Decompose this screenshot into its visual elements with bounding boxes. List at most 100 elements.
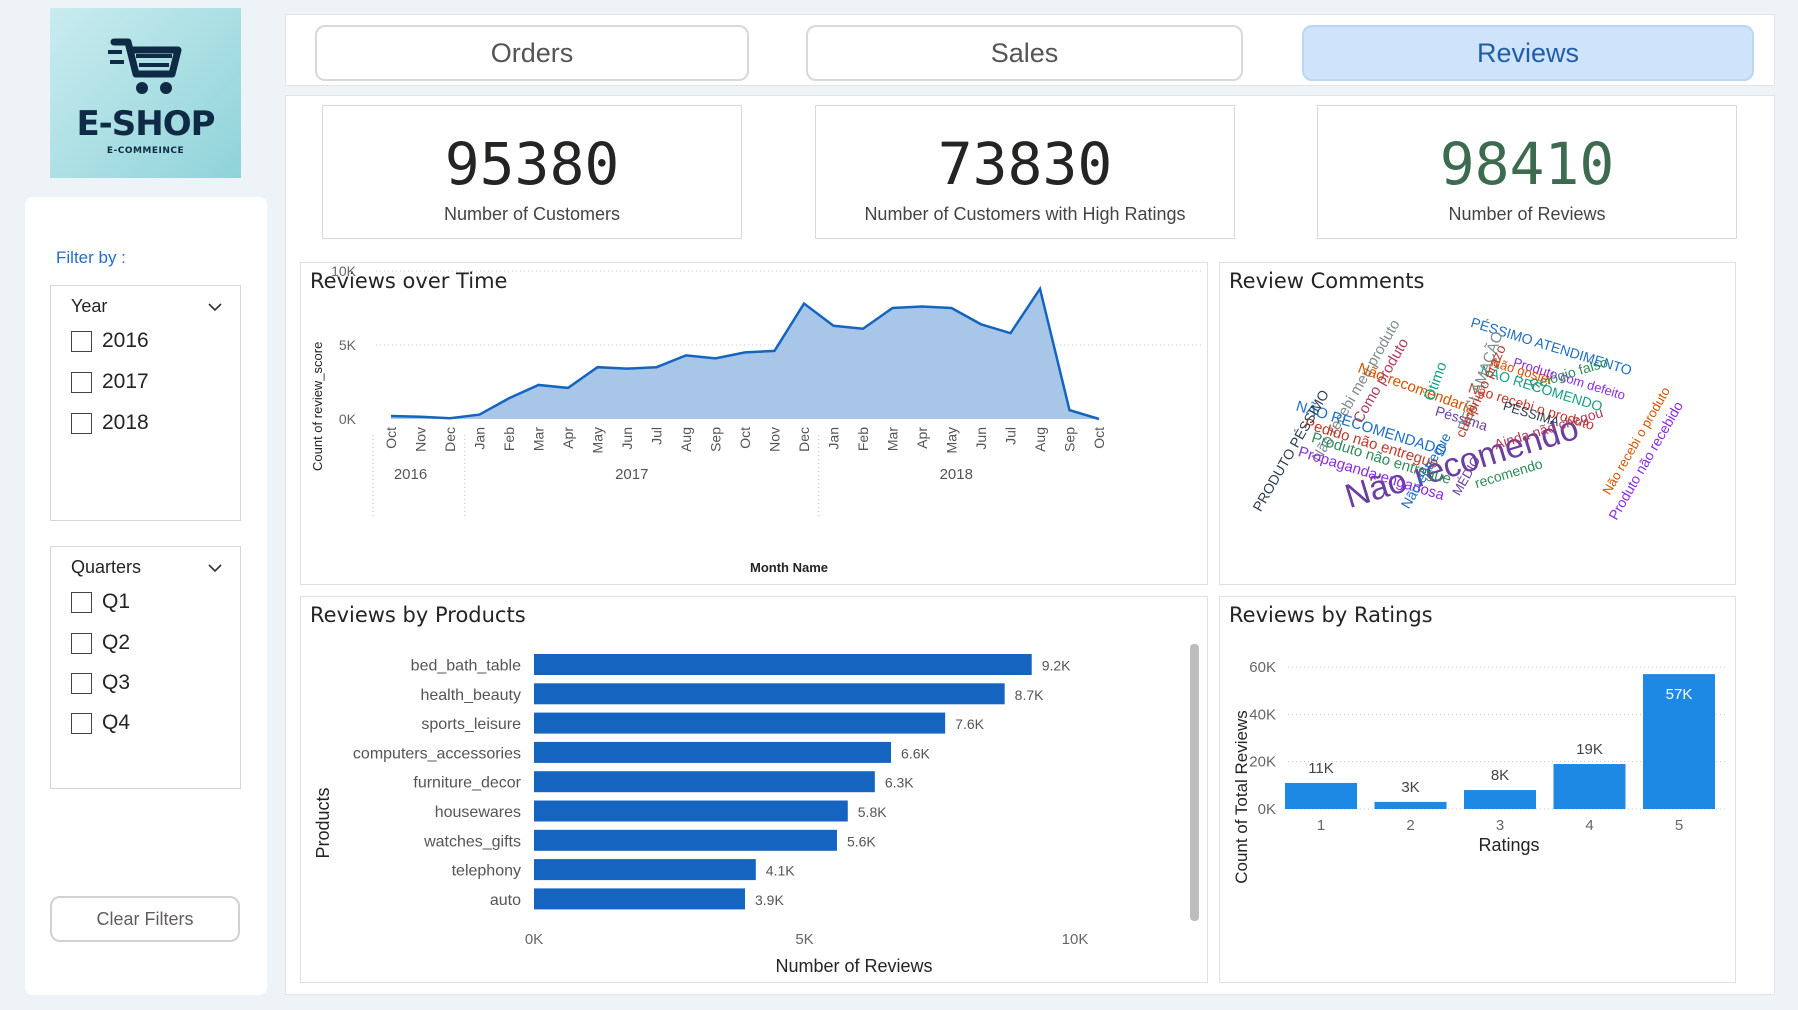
- year-option-2016[interactable]: 2016: [71, 329, 149, 353]
- x-tick-label: 5: [1675, 817, 1683, 834]
- kpi-label: Number of Reviews: [1448, 204, 1606, 224]
- category-label: computers_accessories: [353, 745, 521, 762]
- bar: [1464, 790, 1536, 809]
- checkbox[interactable]: [71, 591, 92, 613]
- data-label: 57K: [1666, 686, 1693, 703]
- y-axis-title: Products: [313, 787, 333, 858]
- x-axis-title: Number of Reviews: [775, 956, 932, 976]
- bar: [1553, 764, 1626, 809]
- year-slicer-label: Year: [71, 296, 108, 316]
- chevron-down-icon[interactable]: [208, 561, 222, 575]
- x-tick-label: 2: [1406, 817, 1414, 834]
- quarter-option-q1[interactable]: Q1: [71, 590, 130, 614]
- x-tick-label: Jun: [973, 427, 989, 450]
- x-tick-label: Mar: [885, 427, 901, 451]
- data-label: 6.3K: [885, 775, 914, 791]
- quarter-option-label: Q3: [102, 671, 131, 694]
- bar: [534, 888, 745, 910]
- bar: [534, 683, 1005, 705]
- x-tick-label: Oct: [737, 427, 753, 449]
- x-group-label: 2016: [394, 466, 427, 483]
- checkbox[interactable]: [71, 632, 92, 654]
- data-label: 3.9K: [755, 892, 784, 908]
- x-tick-label: Nov: [767, 427, 783, 452]
- y-tick-label: 0K: [339, 411, 357, 427]
- logo-title: E-SHOP: [76, 104, 215, 144]
- data-label: 4.1K: [766, 863, 795, 879]
- checkbox[interactable]: [71, 712, 92, 734]
- year-slicer: Year 2016 2017 2018: [50, 285, 241, 521]
- data-label: 11K: [1308, 760, 1334, 777]
- quarter-option-label: Q1: [102, 590, 131, 613]
- year-option-2017[interactable]: 2017: [71, 370, 149, 394]
- tab-reviews[interactable]: Reviews: [1302, 25, 1754, 81]
- reviews-over-time-chart: 10K 5K 0K Oct Nov Dec Jan Feb Mar Apr May Jun Jul Aug…: [310, 263, 1201, 575]
- kpi-label: Number of Customers: [443, 204, 621, 224]
- y-axis-title: Count of review_score: [310, 342, 325, 471]
- reviews-by-products-panel: Reviews by Products bed_bath_table 9.2K he…: [300, 596, 1208, 983]
- bar: [534, 712, 946, 734]
- category-label: bed_bath_table: [411, 658, 521, 675]
- reviews-by-ratings-panel: Reviews by Ratings 60K 40K 20K 0K 11K 1 3K 2 8K 3…: [1219, 596, 1736, 983]
- year-option-label: 2017: [102, 370, 149, 393]
- x-group-label: 2017: [615, 466, 648, 483]
- checkbox[interactable]: [71, 371, 92, 393]
- kpi-value: 73830: [937, 130, 1113, 198]
- x-tick-label: Dec: [796, 427, 812, 452]
- x-tick-label: Jan: [826, 427, 842, 450]
- quarter-option-label: Q4: [102, 711, 131, 734]
- x-axis-title: Ratings: [1478, 835, 1539, 855]
- bar: [534, 741, 892, 763]
- x-group-label: 2018: [940, 466, 973, 483]
- kpi-card-high-ratings: 73830 Number of Customers with High Rati…: [815, 105, 1235, 239]
- kpi-label: Number of Customers with High Ratings: [864, 204, 1186, 224]
- logo: E-SHOP E-COMMEINCE: [50, 8, 241, 178]
- data-label: 8.7K: [1015, 687, 1044, 703]
- bar: [534, 859, 756, 881]
- quarter-option-q2[interactable]: Q2: [71, 631, 130, 655]
- category-label: housewares: [435, 804, 521, 821]
- chevron-down-icon[interactable]: [208, 300, 222, 314]
- bar: [534, 829, 837, 851]
- x-tick-label: 10K: [1062, 931, 1089, 948]
- y-tick-label: 5K: [339, 337, 357, 353]
- checkbox[interactable]: [71, 412, 92, 434]
- data-label: 3K: [1401, 779, 1419, 796]
- x-tick-label: May: [590, 427, 606, 453]
- x-tick-label: Apr: [914, 427, 930, 449]
- category-label: watches_gifts: [423, 833, 521, 850]
- tab-orders[interactable]: Orders: [315, 25, 749, 81]
- data-label: 9.2K: [1042, 658, 1071, 674]
- data-label: 5.6K: [847, 833, 876, 849]
- quarters-slicer: Quarters Q1 Q2 Q3 Q4: [50, 546, 241, 789]
- clear-filters-button[interactable]: Clear Filters: [50, 896, 240, 942]
- year-option-2018[interactable]: 2018: [71, 411, 149, 435]
- category-label: auto: [490, 892, 521, 909]
- checkbox[interactable]: [71, 330, 92, 352]
- x-tick-label: Sep: [708, 427, 724, 452]
- y-tick-label: 40K: [1249, 706, 1276, 723]
- x-tick-label: 1: [1317, 817, 1325, 834]
- tab-sales[interactable]: Sales: [806, 25, 1243, 81]
- quarter-option-label: Q2: [102, 631, 131, 654]
- data-label: 5.8K: [858, 804, 887, 820]
- y-axis-title: Count of Total Reviews: [1232, 710, 1251, 884]
- word-cloud: Não recomendoPÉSSIMO ATENDIMENTONão rece…: [1249, 314, 1686, 522]
- category-label: furniture_decor: [413, 775, 521, 792]
- bar: [1374, 801, 1447, 809]
- x-tick-label: 4: [1585, 817, 1593, 834]
- reviews-by-ratings-chart: 60K 40K 20K 0K 11K 1 3K 2 8K 3 19K 4 57K 5 Ratings Coun…: [1232, 659, 1728, 884]
- reviews-by-products-chart: bed_bath_table 9.2K health_beauty 8.7K sport…: [313, 654, 1089, 976]
- y-tick-label: 10K: [331, 263, 357, 279]
- x-tick-label: Jan: [472, 427, 488, 450]
- nav-bar: Orders Sales Reviews: [285, 14, 1775, 86]
- year-option-label: 2016: [102, 329, 149, 352]
- x-tick-label: Jul: [649, 427, 665, 445]
- quarter-option-q3[interactable]: Q3: [71, 671, 130, 695]
- year-option-label: 2018: [102, 411, 149, 434]
- data-label: 6.6K: [901, 745, 930, 761]
- scrollbar[interactable]: [1190, 644, 1199, 921]
- bar: [534, 654, 1032, 675]
- checkbox[interactable]: [71, 672, 92, 694]
- quarter-option-q4[interactable]: Q4: [71, 711, 130, 735]
